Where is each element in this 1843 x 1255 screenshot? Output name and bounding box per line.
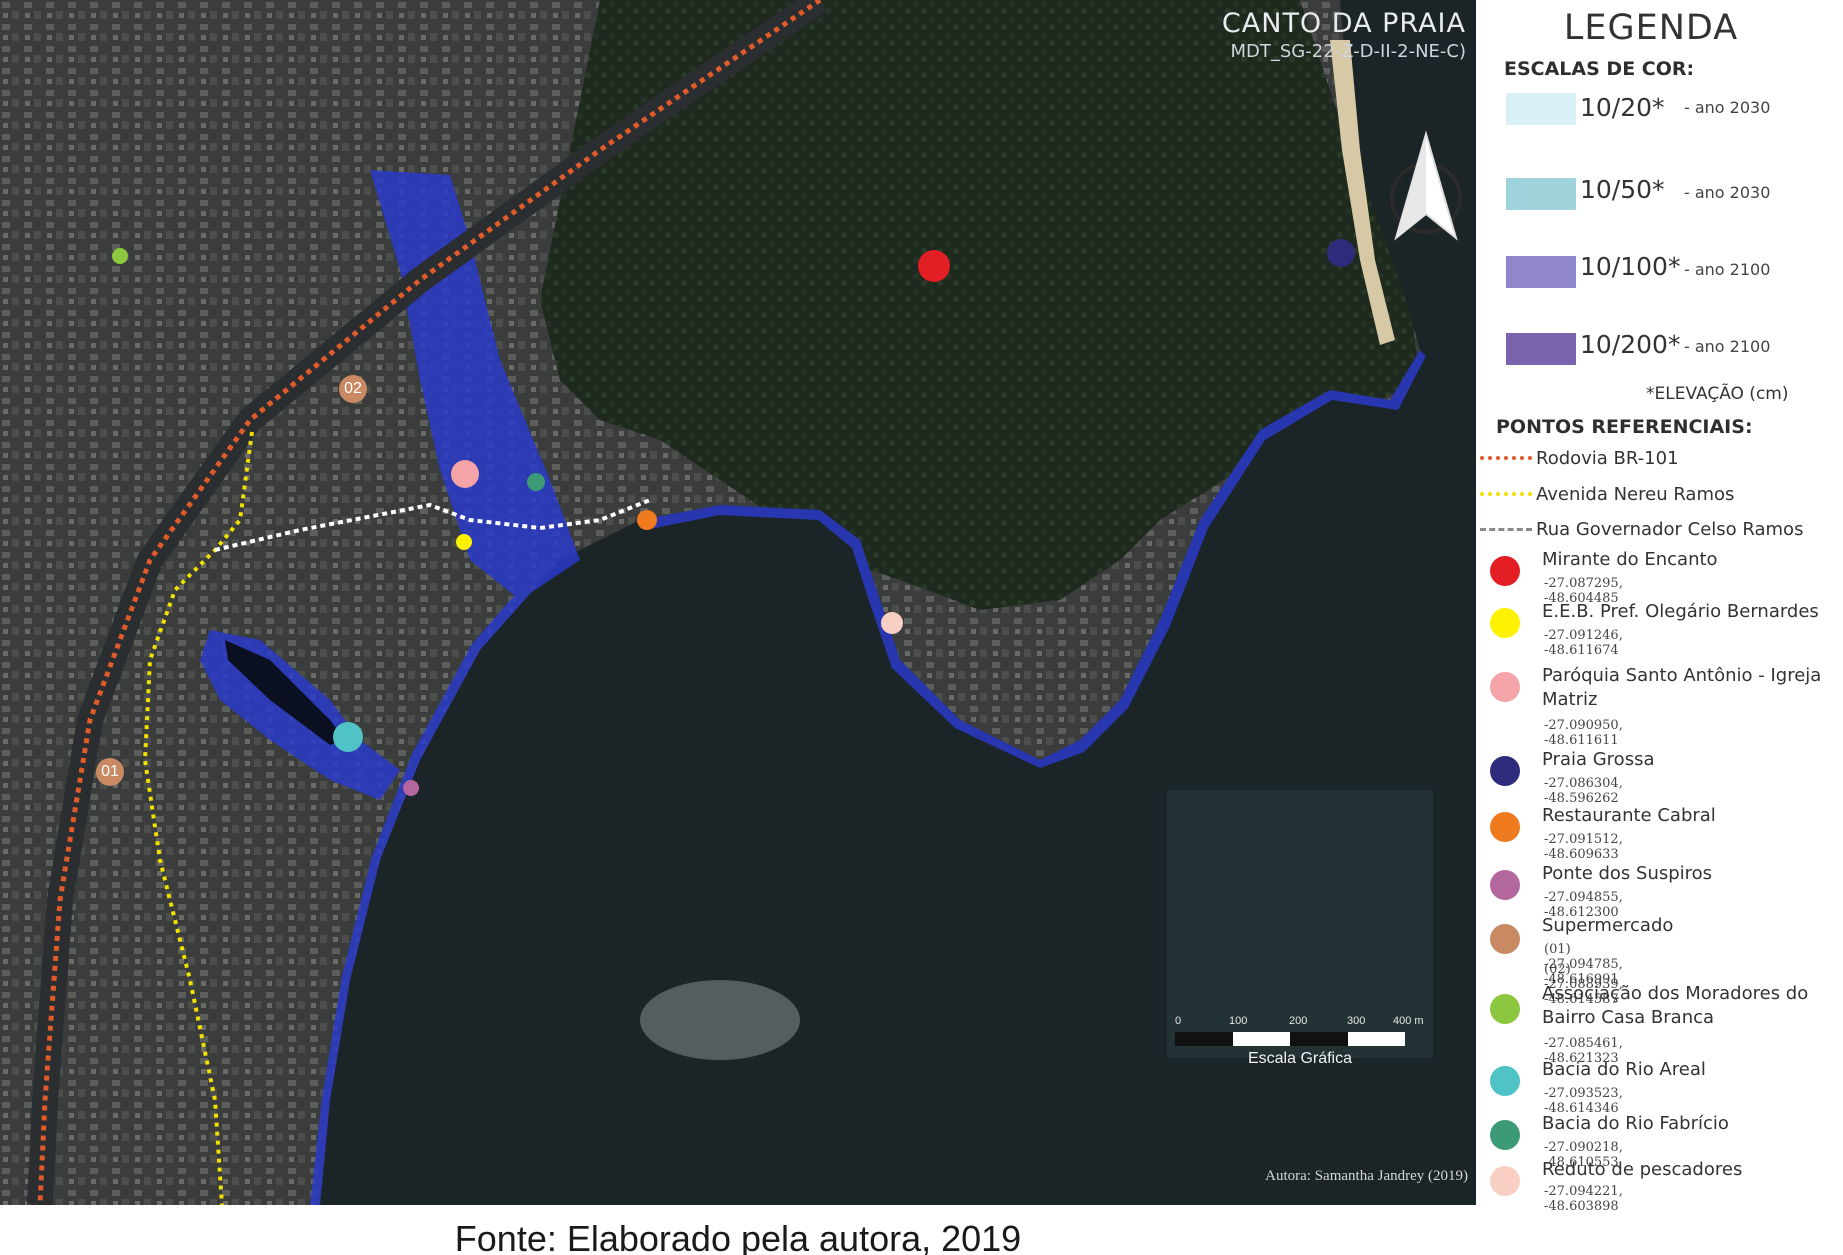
scale-year: - ano 2030 [1684, 98, 1771, 117]
point-symbol [1490, 1066, 1520, 1096]
point-symbol [1490, 756, 1520, 786]
point-name: Bacia do Rio Areal [1542, 1059, 1706, 1080]
scale-year: - ano 2030 [1684, 183, 1771, 202]
scale-tick: 200 [1289, 1015, 1308, 1027]
rodovia-line-symbol [1480, 456, 1532, 460]
scale-value: 10/50* [1580, 175, 1665, 204]
color-scales-header: ESCALAS DE COR: [1504, 58, 1695, 80]
marker-restaurante-cabral[interactable] [637, 510, 657, 530]
cloud [640, 980, 800, 1060]
point-name: E.E.B. Pref. Olegário Bernardes [1542, 601, 1819, 622]
marker-reduto-pescadores[interactable] [881, 612, 903, 634]
north-arrow-icon [1390, 130, 1462, 241]
point-coord: -27.091512, -48.609633 [1544, 832, 1623, 862]
reference-points-header: PONTOS REFERENCIAIS: [1496, 416, 1753, 438]
map-panel: CANTO DA PRAIA MDT_SG-22-Z-D-II-2-NE-C) … [0, 0, 1476, 1205]
scale-tick: 300 [1347, 1015, 1366, 1027]
legend-line-label: Avenida Nereu Ramos [1536, 483, 1735, 505]
marker-bacia-rio-fabricio[interactable] [527, 473, 545, 491]
map-subtitle: MDT_SG-22-Z-D-II-2-NE-C) [1230, 41, 1466, 62]
marker-supermercado-01[interactable]: 01 [96, 758, 124, 786]
point-symbol [1490, 608, 1520, 638]
scale-year: - ano 2100 [1684, 260, 1771, 279]
point-name: Reduto de pescadores [1542, 1159, 1743, 1180]
scale-swatch [1506, 256, 1576, 288]
legend-line-label: Rua Governador Celso Ramos [1536, 518, 1804, 540]
point-name: Bacia do Rio Fabrício [1542, 1113, 1729, 1134]
point-coord: -27.091246, -48.611674 [1544, 628, 1623, 658]
point-name: Restaurante Cabral [1542, 805, 1716, 826]
scale-swatch [1506, 333, 1576, 365]
scale-caption: Escala Gráfica [1247, 1050, 1353, 1067]
scale-value: 10/200* [1580, 330, 1681, 359]
marker-mirante-do-encanto[interactable] [918, 250, 950, 282]
point-symbol [1490, 672, 1520, 702]
figure-source-caption: Fonte: Elaborado pela autora, 2019 [454, 1218, 1022, 1255]
marker-label-01: 01 [101, 763, 119, 780]
marker-paroquia-santo-antonio[interactable] [451, 460, 479, 488]
point-coord: -27.090950, -48.611611 [1544, 718, 1623, 748]
marker-ponte-dos-suspiros[interactable] [403, 780, 419, 796]
point-symbol [1490, 1166, 1520, 1196]
rua-line-symbol [1480, 527, 1532, 531]
elevation-note: *ELEVAÇÃO (cm) [1646, 384, 1789, 404]
point-symbol [1490, 924, 1520, 954]
point-coord: -27.094221, -48.603898 [1544, 1184, 1623, 1214]
point-coord: -27.086304, -48.596262 [1544, 776, 1623, 806]
marker-associacao-moradores[interactable] [112, 248, 128, 264]
legend-line-label: Rodovia BR-101 [1536, 447, 1679, 469]
point-symbol [1490, 812, 1520, 842]
scale-bar [1175, 1032, 1405, 1046]
point-symbol [1490, 994, 1520, 1024]
scale-value: 10/100* [1580, 252, 1681, 281]
legend-line-rodovia: Rodovia BR-101 [1480, 446, 1679, 470]
scale-swatch [1506, 93, 1576, 125]
point-name: Ponte dos Suspiros [1542, 863, 1713, 884]
scale-value: 10/20* [1580, 93, 1665, 122]
point-name: Paróquia Santo Antônio - Igreja Matriz [1542, 665, 1822, 710]
scale-panel: 0 100 200 300 400 m Escala Gráfica [1167, 790, 1433, 1067]
point-symbol [1490, 1120, 1520, 1150]
legend-line-avenida: Avenida Nereu Ramos [1480, 482, 1734, 506]
map-title-block: CANTO DA PRAIA MDT_SG-22-Z-D-II-2-NE-C) [1222, 8, 1466, 62]
scale-tick: 100 [1229, 1015, 1248, 1027]
scale-tick: 400 m [1393, 1015, 1424, 1027]
legend-panel: LEGENDA ESCALAS DE COR: 10/20* - ano 203… [1476, 0, 1843, 1214]
point-name: Praia Grossa [1542, 749, 1655, 770]
map-title: CANTO DA PRAIA [1221, 8, 1466, 39]
scale-swatch [1506, 178, 1576, 210]
point-name: Supermercado [1542, 915, 1674, 936]
author-credit: Autora: Samantha Jandrey (2019) [1265, 1168, 1468, 1184]
scale-year: - ano 2100 [1684, 337, 1771, 356]
avenida-line-symbol [1480, 492, 1532, 496]
point-symbol [1490, 870, 1520, 900]
marker-eeb-olegario-bernardes[interactable] [456, 534, 472, 550]
marker-bacia-rio-areal[interactable] [333, 722, 363, 752]
point-name: Mirante do Encanto [1542, 549, 1718, 570]
marker-label-02: 02 [344, 380, 362, 397]
scale-tick: 0 [1175, 1015, 1182, 1027]
legend-line-rua: Rua Governador Celso Ramos [1480, 517, 1803, 541]
marker-praia-grossa[interactable] [1327, 239, 1355, 267]
point-symbol [1490, 556, 1520, 586]
legend-title: LEGENDA [1563, 8, 1739, 48]
marker-supermercado-02[interactable]: 02 [339, 375, 367, 403]
point-name: Associação dos Moradores do Bairro Casa … [1542, 983, 1809, 1028]
